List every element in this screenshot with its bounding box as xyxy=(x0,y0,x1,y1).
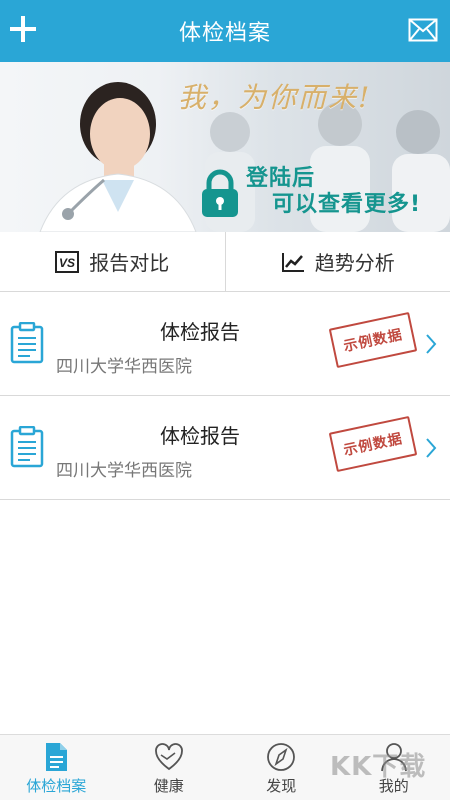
app-header: 体检档案 xyxy=(0,0,450,62)
sample-data-stamp: 示例数据 xyxy=(328,415,418,473)
plus-icon[interactable] xyxy=(8,14,38,44)
clipboard-icon xyxy=(10,322,44,364)
chevron-right-icon[interactable] xyxy=(424,332,438,356)
page-title: 体检档案 xyxy=(178,21,271,46)
report-item[interactable]: 体检报告 四川大学华西医院 示例数据 xyxy=(0,396,450,500)
trend-analysis-button[interactable]: 趋势分析 xyxy=(224,232,450,291)
tab-health[interactable]: 健康 xyxy=(113,735,226,800)
trend-chart-icon xyxy=(281,251,305,273)
banner-slogan: 我，为你而来! xyxy=(178,81,372,114)
tab-discover[interactable]: 发现 xyxy=(225,735,338,800)
promo-banner[interactable]: 我，为你而来! 登陆后 可以查看更多! xyxy=(0,62,450,232)
document-icon xyxy=(46,743,68,771)
chevron-right-icon[interactable] xyxy=(424,436,438,460)
tab-label: 体检档案 xyxy=(26,777,87,795)
report-title: 体检报告 xyxy=(160,424,240,448)
sample-data-stamp: 示例数据 xyxy=(328,311,418,369)
tab-health-records[interactable]: 体检档案 xyxy=(0,735,113,800)
clipboard-icon xyxy=(10,426,44,468)
report-hospital: 四川大学华西医院 xyxy=(56,357,192,377)
watermark: KK下载 xyxy=(330,752,427,782)
svg-text:VS: VS xyxy=(59,256,75,270)
report-title: 体检报告 xyxy=(160,320,240,344)
report-list: 体检报告 四川大学华西医院 示例数据 体检报告 四川大学华西医院 示例数据 xyxy=(0,292,450,500)
heart-hands-icon xyxy=(154,743,183,771)
mail-icon[interactable] xyxy=(408,18,438,42)
report-hospital: 四川大学华西医院 xyxy=(56,461,192,481)
tab-label: 发现 xyxy=(266,777,297,795)
action-bar: VS 报告对比 趋势分析 xyxy=(0,232,450,292)
report-compare-button[interactable]: VS 报告对比 xyxy=(0,232,225,291)
banner-more-text: 可以查看更多! xyxy=(272,192,422,217)
report-compare-label: 报告对比 xyxy=(89,251,170,275)
vs-icon: VS xyxy=(55,250,80,273)
lock-icon xyxy=(202,169,238,217)
trend-analysis-label: 趋势分析 xyxy=(314,251,395,275)
report-item[interactable]: 体检报告 四川大学华西医院 示例数据 xyxy=(0,292,450,396)
compass-icon xyxy=(267,743,296,771)
tab-label: 健康 xyxy=(153,777,184,795)
